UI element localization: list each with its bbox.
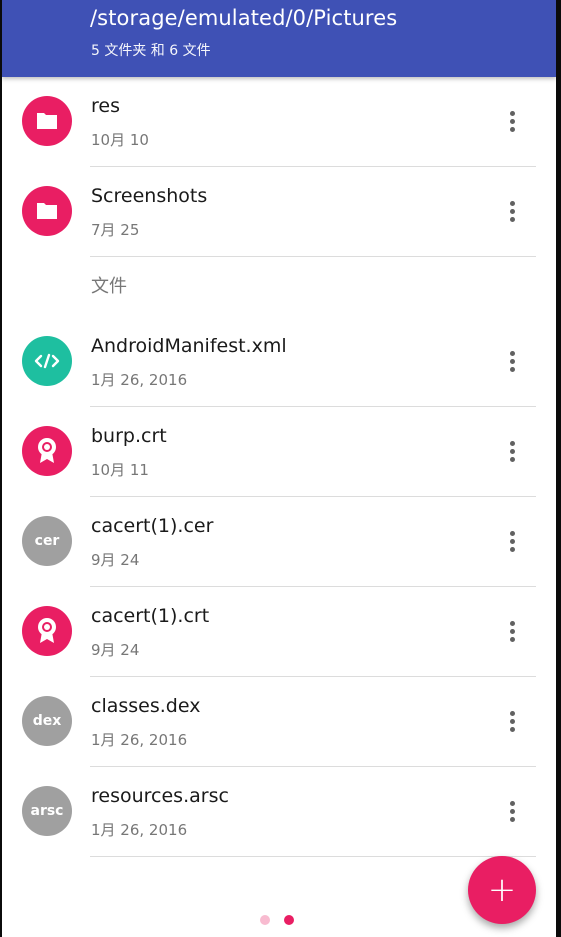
item-name: cacert(1).cer [91,515,214,537]
item-name: Screenshots [91,185,208,207]
plus-icon: + [487,870,517,910]
list-item-file[interactable]: dex classes.dex 1月 26, 2016 [2,677,556,767]
item-date: 1月 26, 2016 [91,731,188,749]
list-item-file[interactable]: cacert(1).crt 9月 24 [2,587,556,677]
more-options-icon[interactable] [500,437,524,465]
item-date: 9月 24 [91,551,140,569]
item-date: 10月 10 [91,131,149,149]
list-item-file[interactable]: AndroidManifest.xml 1月 26, 2016 [2,317,556,407]
page-dot-inactive[interactable] [260,915,270,925]
more-options-icon[interactable] [500,797,524,825]
folder-icon [22,186,72,236]
certificate-icon [22,606,72,656]
item-name: res [91,95,120,117]
more-options-icon[interactable] [500,617,524,645]
list-item-folder[interactable]: res 10月 10 [2,77,556,167]
item-name: cacert(1).crt [91,605,210,627]
page-dot-active[interactable] [284,915,294,925]
item-name: AndroidManifest.xml [91,335,287,357]
list-item-file[interactable]: cer cacert(1).cer 9月 24 [2,497,556,587]
folder-icon [22,96,72,146]
item-date: 10月 11 [91,461,149,479]
more-options-icon[interactable] [500,107,524,135]
device-frame: /storage/emulated/0/Pictures 5 文件夹 和 6 文… [0,0,561,937]
more-options-icon[interactable] [500,197,524,225]
more-options-icon[interactable] [500,707,524,735]
code-icon [22,336,72,386]
page-indicator [260,913,310,927]
text-badge-icon: dex [22,696,72,746]
list-item-file[interactable]: burp.crt 10月 11 [2,407,556,497]
folder-summary: 5 文件夹 和 6 文件 [91,43,211,59]
item-date: 7月 25 [91,221,140,239]
text-badge-icon: cer [22,516,72,566]
divider [90,856,536,857]
item-date: 9月 24 [91,641,140,659]
add-button[interactable]: + [468,856,536,924]
item-date: 1月 26, 2016 [91,821,188,839]
item-name: burp.crt [91,425,167,447]
section-header-files: 文件 [91,276,127,297]
certificate-icon [22,426,72,476]
app-bar: /storage/emulated/0/Pictures 5 文件夹 和 6 文… [2,0,556,77]
item-name: resources.arsc [91,785,229,807]
list-item-folder[interactable]: Screenshots 7月 25 [2,167,556,257]
list-item-file[interactable]: arsc resources.arsc 1月 26, 2016 [2,767,556,857]
file-manager-screen: /storage/emulated/0/Pictures 5 文件夹 和 6 文… [2,0,556,937]
more-options-icon[interactable] [500,347,524,375]
item-name: classes.dex [91,695,201,717]
more-options-icon[interactable] [500,527,524,555]
item-date: 1月 26, 2016 [91,371,188,389]
current-path: /storage/emulated/0/Pictures [90,6,398,30]
text-badge-icon: arsc [22,786,72,836]
